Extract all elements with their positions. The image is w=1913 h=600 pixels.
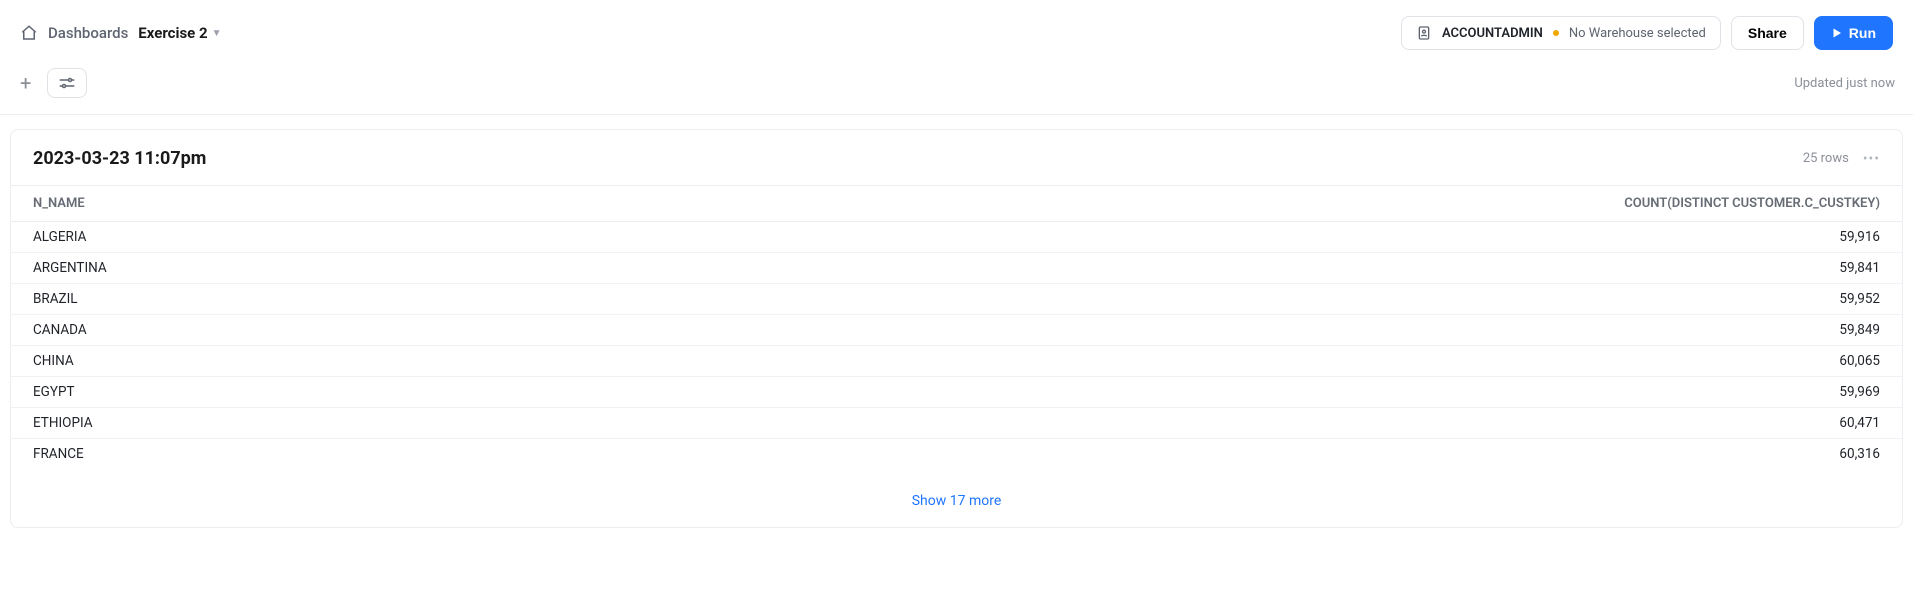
results-table: N_NAME COUNT(DISTINCT CUSTOMER.C_CUSTKEY… bbox=[11, 185, 1902, 469]
panel-title: 2023-03-23 11:07pm bbox=[33, 148, 206, 169]
cell-count: 59,849 bbox=[544, 315, 1902, 346]
cell-name: FRANCE bbox=[11, 439, 544, 470]
cell-name: CHINA bbox=[11, 346, 544, 377]
chevron-down-icon: ▼ bbox=[212, 28, 222, 39]
cell-name: ALGERIA bbox=[11, 222, 544, 253]
run-button-label: Run bbox=[1849, 25, 1876, 41]
add-tile-button[interactable]: + bbox=[18, 69, 33, 97]
sliders-icon bbox=[58, 76, 76, 90]
cell-name: CANADA bbox=[11, 315, 544, 346]
result-panel: 2023-03-23 11:07pm 25 rows ••• N_NAME CO… bbox=[10, 129, 1903, 528]
cell-count: 60,316 bbox=[544, 439, 1902, 470]
table-row[interactable]: FRANCE60,316 bbox=[11, 439, 1902, 470]
rows-count-label: 25 rows bbox=[1803, 151, 1849, 166]
table-row[interactable]: ARGENTINA59,841 bbox=[11, 253, 1902, 284]
table-row[interactable]: CHINA60,065 bbox=[11, 346, 1902, 377]
cell-count: 59,841 bbox=[544, 253, 1902, 284]
more-icon[interactable]: ••• bbox=[1863, 151, 1880, 167]
run-button[interactable]: Run bbox=[1814, 16, 1893, 50]
show-more-link[interactable]: Show 17 more bbox=[912, 493, 1002, 509]
filter-button[interactable] bbox=[47, 68, 87, 98]
account-role-label: ACCOUNTADMIN bbox=[1442, 26, 1543, 41]
cell-count: 60,471 bbox=[544, 408, 1902, 439]
cell-name: EGYPT bbox=[11, 377, 544, 408]
breadcrumb-root[interactable]: Dashboards bbox=[48, 24, 128, 42]
role-icon bbox=[1416, 25, 1432, 41]
dashboard-name[interactable]: Exercise 2 ▼ bbox=[138, 24, 221, 42]
warehouse-status-label: No Warehouse selected bbox=[1569, 26, 1706, 41]
cell-name: BRAZIL bbox=[11, 284, 544, 315]
dashboard-name-label: Exercise 2 bbox=[138, 24, 207, 42]
divider bbox=[0, 114, 1913, 115]
cell-count: 59,969 bbox=[544, 377, 1902, 408]
share-button[interactable]: Share bbox=[1731, 16, 1804, 50]
warehouse-status-dot-icon bbox=[1553, 30, 1559, 36]
cell-count: 59,952 bbox=[544, 284, 1902, 315]
table-row[interactable]: ALGERIA59,916 bbox=[11, 222, 1902, 253]
context-selector[interactable]: ACCOUNTADMIN No Warehouse selected bbox=[1401, 16, 1721, 50]
column-header-count[interactable]: COUNT(DISTINCT CUSTOMER.C_CUSTKEY) bbox=[544, 186, 1902, 222]
table-row[interactable]: EGYPT59,969 bbox=[11, 377, 1902, 408]
table-row[interactable]: ETHIOPIA60,471 bbox=[11, 408, 1902, 439]
table-row[interactable]: BRAZIL59,952 bbox=[11, 284, 1902, 315]
cell-name: ETHIOPIA bbox=[11, 408, 544, 439]
play-icon bbox=[1831, 27, 1843, 39]
column-header-name[interactable]: N_NAME bbox=[11, 186, 544, 222]
cell-name: ARGENTINA bbox=[11, 253, 544, 284]
cell-count: 59,916 bbox=[544, 222, 1902, 253]
updated-timestamp: Updated just now bbox=[1794, 76, 1895, 91]
table-row[interactable]: CANADA59,849 bbox=[11, 315, 1902, 346]
home-icon[interactable] bbox=[20, 24, 38, 42]
cell-count: 60,065 bbox=[544, 346, 1902, 377]
